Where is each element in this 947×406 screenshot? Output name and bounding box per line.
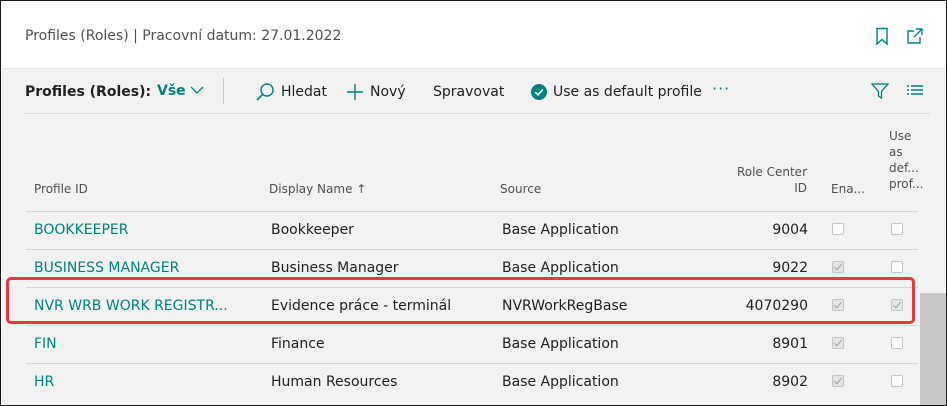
column-header-display-name[interactable]: Display Name ↑ [269,181,366,197]
check-circle-icon [531,84,547,100]
default-profile-checkbox[interactable] [891,223,903,235]
column-header-default-line1: Use [889,129,912,143]
search-button[interactable]: Hledat [255,82,327,102]
filter-dropdown[interactable]: Vše [157,83,204,99]
source-cell: Base Application [502,222,619,238]
vertical-scrollbar[interactable] [920,293,946,405]
enabled-checkbox[interactable] [832,223,844,235]
manage-label: Spravovat [433,84,505,100]
table-header: Profile ID Display Name ↑ Source Role Ce… [26,114,923,211]
table-row[interactable]: BUSINESS MANAGER Business Manager Base A… [26,249,918,287]
enabled-checkbox[interactable] [832,299,844,311]
search-label: Hledat [281,84,327,100]
default-profile-checkbox[interactable] [891,299,903,311]
filter-pane-icon[interactable] [870,81,890,105]
list-view-icon[interactable] [906,81,924,105]
role-center-id-cell: 9004 [772,222,808,238]
enabled-checkbox[interactable] [832,375,844,387]
default-profile-checkbox[interactable] [891,375,903,387]
manage-button[interactable]: Spravovat [433,82,504,102]
new-button[interactable]: Nový [346,82,406,102]
column-header-default-line4: prof... [889,177,924,191]
column-header-default-line2: as [889,145,903,159]
profile-id-link[interactable]: FIN [34,326,259,363]
action-bar-separator [223,78,224,104]
table-row[interactable]: BOOKKEEPER Bookkeeper Base Application 9… [26,211,918,249]
role-center-id-cell: 9022 [772,260,808,276]
profiles-table: Profile ID Display Name ↑ Source Role Ce… [26,114,923,401]
role-center-id-cell: 4070290 [745,298,808,314]
role-center-id-cell: 8901 [772,336,808,352]
enabled-checkbox[interactable] [832,337,844,349]
use-as-default-profile-button[interactable]: Use as default profile [531,82,702,102]
default-profile-checkbox[interactable] [891,337,903,349]
page-header: Profiles (Roles) | Pracovní datum: 27.01… [2,2,945,69]
use-as-default-profile-label: Use as default profile [553,84,702,100]
source-cell: Base Application [502,336,619,352]
display-name-cell: Bookkeeper [271,222,354,238]
display-name-cell: Human Resources [271,374,398,390]
column-header-use-as-default[interactable]: Use as def... prof... [889,128,923,192]
more-options-button[interactable]: ··· [712,79,730,98]
profile-id-link[interactable]: BUSINESS MANAGER [34,250,259,287]
column-header-display-name-label: Display Name [269,182,353,196]
table-row[interactable]: HR Human Resources Base Application 8902 [26,363,918,401]
display-name-cell: Evidence práce - terminál [271,298,452,314]
page-title: Profiles (Roles) | Pracovní datum: 27.01… [25,28,342,44]
column-header-profile-id[interactable]: Profile ID [34,181,88,197]
column-header-role-center-id[interactable]: Role Center ID [716,164,807,196]
sort-ascending-icon: ↑ [356,182,367,196]
column-header-role-center-line1: Role Center [736,165,807,179]
profile-id-link[interactable]: HR [34,364,259,401]
open-in-new-window-icon[interactable] [905,26,925,46]
enabled-checkbox[interactable] [832,261,844,273]
bookmark-icon[interactable] [872,26,892,46]
chevron-down-icon [190,83,204,99]
display-name-cell: Finance [271,336,325,352]
table-row[interactable]: FIN Finance Base Application 8901 [26,325,918,363]
source-cell: Base Application [502,374,619,390]
search-icon [255,82,275,102]
column-header-role-center-line2: ID [794,181,807,195]
display-name-cell: Business Manager [271,260,399,276]
list-title: Profiles (Roles): [25,84,152,100]
profile-id-link[interactable]: BOOKKEEPER [34,212,259,249]
table-row-selected[interactable]: NVR WRB WORK REGISTR... Evidence práce -… [26,287,918,325]
source-cell: NVRWorkRegBase [502,298,628,314]
default-profile-checkbox[interactable] [891,261,903,273]
column-header-source[interactable]: Source [500,181,541,197]
content-area: Profiles (Roles): Vše Hledat Nový Spravo… [2,69,946,405]
column-header-default-line3: def... [889,161,919,175]
action-bar: Profiles (Roles): Vše Hledat Nový Spravo… [2,69,945,113]
plus-icon [346,83,364,101]
new-label: Nový [370,84,406,100]
column-header-enabled[interactable]: Ena... [831,181,865,197]
filter-label: Vše [157,83,186,99]
window-frame: Profiles (Roles) | Pracovní datum: 27.01… [0,0,947,406]
source-cell: Base Application [502,260,619,276]
role-center-id-cell: 8902 [772,374,808,390]
profile-id-link[interactable]: NVR WRB WORK REGISTR... [34,288,259,325]
